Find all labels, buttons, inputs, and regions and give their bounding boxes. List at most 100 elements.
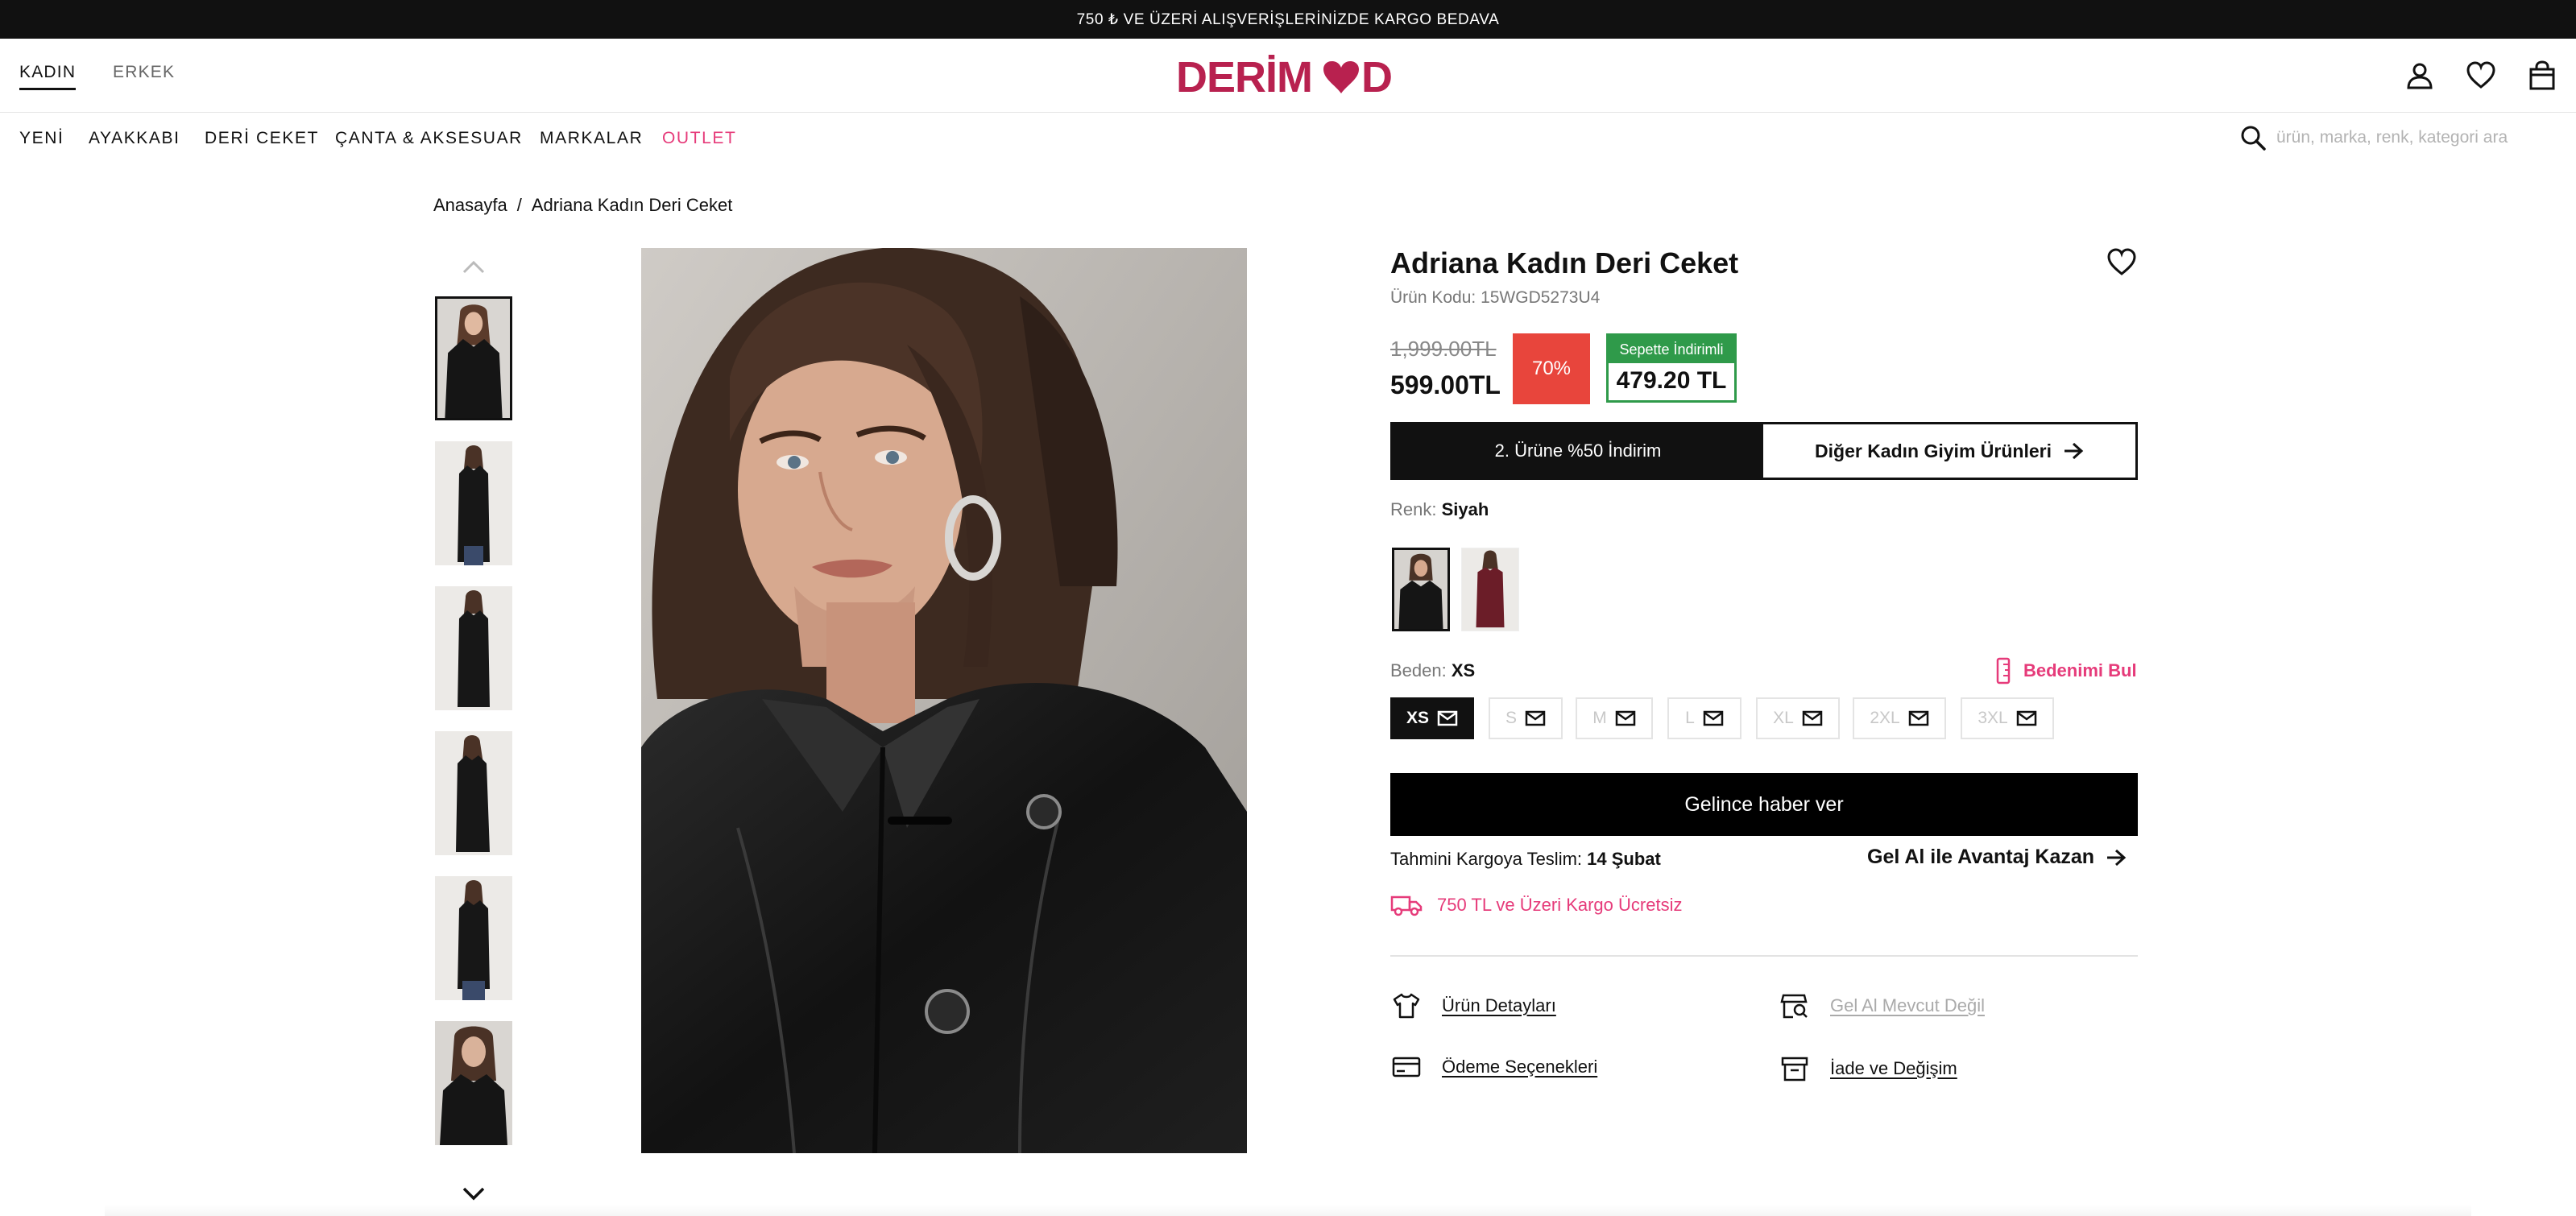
divider xyxy=(1390,955,2138,957)
product-details-link[interactable]: Ürün Detayları xyxy=(1392,992,1556,1020)
chevron-down-icon[interactable] xyxy=(458,1182,490,1205)
announcement-text: 750 ₺ VE ÜZERİ ALIŞVERİŞLERİNİZDE KARGO … xyxy=(1076,10,1500,28)
basket-price: 479.20 TL xyxy=(1616,367,1727,394)
user-icon[interactable] xyxy=(2404,60,2436,92)
size-option-l[interactable]: L xyxy=(1667,697,1741,739)
mail-icon xyxy=(1615,710,1635,726)
thumbnail-5[interactable] xyxy=(435,876,512,1000)
announcement-bar: 750 ₺ VE ÜZERİ ALIŞVERİŞLERİNİZDE KARGO … xyxy=(0,0,2576,39)
payment-options-link[interactable]: Ödeme Seçenekleri xyxy=(1392,1055,1597,1079)
nav-item-yeni[interactable]: YENİ xyxy=(19,129,64,148)
notify-when-available-button[interactable]: Gelince haber ver xyxy=(1390,773,2138,836)
size-value: XS xyxy=(1451,660,1476,680)
color-label-row: Renk: Siyah xyxy=(1390,499,1489,520)
jacket-photo-icon xyxy=(435,1021,512,1145)
find-my-size-link[interactable]: Bedenimi Bul xyxy=(1996,657,2137,685)
heart-icon[interactable] xyxy=(2465,60,2497,92)
color-swatch-burgundy[interactable] xyxy=(1461,548,1519,631)
size-option-label: 2XL xyxy=(1870,709,1900,727)
add-to-favorites-icon[interactable] xyxy=(2106,246,2138,279)
size-option-label: M xyxy=(1592,709,1607,727)
size-option-xl[interactable]: XL xyxy=(1756,697,1840,739)
size-option-label: L xyxy=(1685,709,1695,727)
tshirt-icon xyxy=(1393,993,1420,1019)
nav-item-outlet[interactable]: OUTLET xyxy=(662,129,736,148)
thumbnail-1[interactable] xyxy=(435,296,512,420)
jacket-photo-icon xyxy=(435,876,512,1000)
basket-discount-label: Sepette İndirimli xyxy=(1609,336,1734,363)
mail-icon xyxy=(1908,710,1928,726)
jacket-photo-icon xyxy=(437,299,510,418)
breadcrumb-current: Adriana Kadın Deri Ceket xyxy=(531,195,733,215)
size-option-2xl[interactable]: 2XL xyxy=(1853,697,1946,739)
search-icon[interactable] xyxy=(2239,124,2267,151)
product-code: Ürün Kodu: 15WGD5273U4 xyxy=(1390,288,1601,307)
gel-al-status-link[interactable]: Gel Al Mevcut Değil xyxy=(1780,992,1985,1020)
second-item-discount-label: 2. Ürüne %50 İndirim xyxy=(1494,440,1662,461)
delivery-date: 14 Şubat xyxy=(1587,849,1661,869)
gel-al-status-label: Gel Al Mevcut Değil xyxy=(1830,995,1985,1015)
tab-erkek[interactable]: ERKEK xyxy=(113,63,175,82)
delivery-label: Tahmini Kargoya Teslim: xyxy=(1390,849,1583,869)
nav-item-deri-ceket[interactable]: DERİ CEKET xyxy=(205,129,319,148)
nav-item-canta-aksesuar[interactable]: ÇANTA & AKSESUAR xyxy=(335,129,523,148)
size-label-row: Beden: XS xyxy=(1390,660,1475,681)
jacket-photo-icon xyxy=(435,586,512,710)
credit-card-icon xyxy=(1392,1057,1421,1077)
ruler-icon xyxy=(1996,657,2011,685)
discount-badge: 70% xyxy=(1513,333,1590,404)
product-main-image[interactable] xyxy=(641,248,1247,1153)
mail-icon xyxy=(1802,710,1823,726)
nav-item-markalar[interactable]: MARKALAR xyxy=(540,129,643,148)
color-value: Siyah xyxy=(1441,499,1489,519)
jacket-photo-icon xyxy=(435,441,512,565)
size-label: Beden: xyxy=(1390,660,1447,680)
color-swatch-black[interactable] xyxy=(1392,548,1450,631)
woman-jacket-photo-icon xyxy=(641,248,1247,1153)
main-nav: YENİ AYAKKABI DERİ CEKET ÇANTA & AKSESUA… xyxy=(0,113,2576,164)
basket-discount-box: Sepette İndirimli 479.20 TL xyxy=(1606,333,1737,403)
size-option-m[interactable]: M xyxy=(1576,697,1653,739)
second-item-discount-button[interactable]: 2. Ürüne %50 İndirim xyxy=(1393,424,1763,478)
product-details-label: Ürün Detayları xyxy=(1442,995,1556,1015)
tab-kadin[interactable]: KADIN xyxy=(19,63,77,90)
breadcrumb-separator: / xyxy=(516,195,522,215)
returns-exchange-link[interactable]: İade ve Değişim xyxy=(1780,1055,1957,1082)
arrow-right-icon xyxy=(2064,442,2084,460)
arrow-right-icon xyxy=(2107,849,2127,866)
color-label: Renk: xyxy=(1390,499,1437,519)
svg-text:DERİM: DERİM xyxy=(1176,53,1312,98)
gel-al-advantage-link[interactable]: Gel Al ile Avantaj Kazan xyxy=(1867,846,2127,869)
other-products-button[interactable]: Diğer Kadın Giyim Ürünleri xyxy=(1763,424,2135,478)
mail-icon xyxy=(1703,710,1724,726)
thumbnail-3[interactable] xyxy=(435,586,512,710)
promo-bar: 2. Ürüne %50 İndirim Diğer Kadın Giyim Ü… xyxy=(1390,422,2138,480)
search-input[interactable] xyxy=(2276,121,2550,155)
nav-item-ayakkabi[interactable]: AYAKKABI xyxy=(89,129,180,148)
thumbnail-6[interactable] xyxy=(435,1021,512,1145)
black-jacket-icon xyxy=(1394,550,1447,629)
jacket-photo-icon xyxy=(435,731,512,855)
svg-text:D: D xyxy=(1361,53,1393,98)
truck-icon xyxy=(1390,895,1423,916)
product-title: Adriana Kadın Deri Ceket xyxy=(1390,246,1739,279)
breadcrumb-home[interactable]: Anasayfa xyxy=(433,195,507,215)
breadcrumb: Anasayfa / Adriana Kadın Deri Ceket xyxy=(433,195,732,216)
size-option-xs[interactable]: XS xyxy=(1390,697,1474,739)
current-price: 599.00TL xyxy=(1390,370,1501,399)
site-header: KADIN ERKEK DERİM D xyxy=(0,39,2576,113)
chevron-up-icon[interactable] xyxy=(458,256,490,279)
thumbnail-4[interactable] xyxy=(435,731,512,855)
thumbnail-2[interactable] xyxy=(435,441,512,565)
size-option-3xl[interactable]: 3XL xyxy=(1961,697,2054,739)
store-search-icon xyxy=(1780,994,1808,1019)
payment-options-label: Ödeme Seçenekleri xyxy=(1442,1057,1598,1077)
section-bottom-edge xyxy=(105,1205,2471,1216)
size-option-s[interactable]: S xyxy=(1489,697,1563,739)
shopping-bag-icon[interactable] xyxy=(2526,60,2558,92)
returns-exchange-label: İade ve Değişim xyxy=(1830,1058,1957,1078)
mail-icon xyxy=(1525,710,1546,726)
find-my-size-label: Bedenimi Bul xyxy=(2023,660,2137,680)
derimod-logo[interactable]: DERİM D xyxy=(1176,53,1395,98)
other-products-label: Diğer Kadın Giyim Ürünleri xyxy=(1815,440,2052,461)
